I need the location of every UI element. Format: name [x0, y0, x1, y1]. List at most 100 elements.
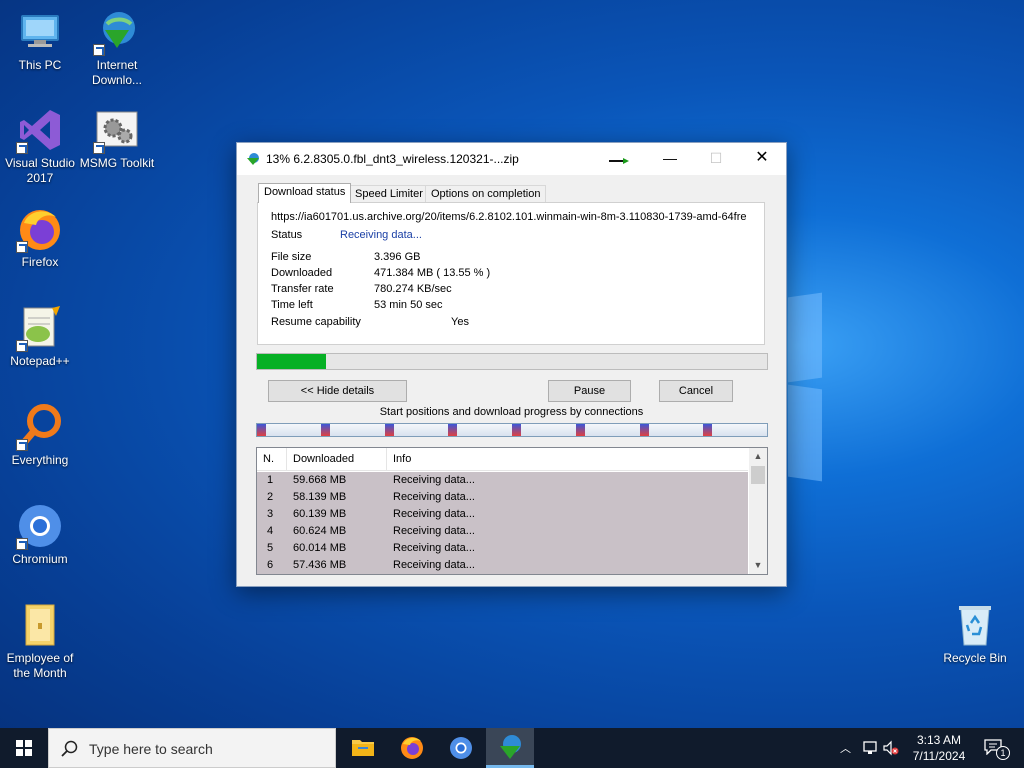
list-header: N. Downloaded Info: [257, 448, 748, 471]
scroll-thumb[interactable]: [751, 466, 765, 484]
notepad-plus-plus-icon: [16, 304, 64, 352]
desktop-icon-visual-studio[interactable]: Visual Studio 2017: [0, 106, 80, 186]
system-clock[interactable]: 3:13 AM 7/11/2024: [902, 732, 976, 764]
resume-capability-value: Yes: [451, 316, 469, 328]
taskbar-firefox[interactable]: [388, 728, 436, 768]
recycle-bin-icon: [951, 601, 999, 649]
volume-muted-icon[interactable]: [882, 740, 900, 756]
connection-row[interactable]: 1 59.668 MB Receiving data...: [257, 472, 748, 489]
taskbar-chromium[interactable]: [437, 728, 485, 768]
visual-studio-icon: [16, 106, 64, 154]
connection-downloaded: 57.436 MB: [293, 559, 347, 571]
connection-row[interactable]: 3 60.139 MB Receiving data...: [257, 506, 748, 523]
desktop-icon-label: Notepad++: [10, 354, 70, 368]
window-title: 13% 6.2.8305.0.fbl_dnt3_wireless.120321-…: [266, 152, 519, 166]
desktop-icon-internet-download-manager[interactable]: Internet Downlo...: [77, 8, 157, 88]
connection-row[interactable]: 6 57.436 MB Receiving data...: [257, 557, 748, 574]
connection-number: 2: [267, 491, 274, 503]
connections-progress-bar: [256, 423, 768, 437]
search-icon: [61, 740, 78, 757]
idm-icon: [500, 735, 521, 759]
desktop-icon-label: Firefox: [21, 255, 59, 269]
desktop-icon-label: Employee of the Month: [6, 651, 74, 680]
arrow-icon: [609, 158, 629, 164]
desktop-icon-notepad-plus-plus[interactable]: Notepad++: [0, 304, 80, 369]
clock-date: 7/11/2024: [912, 749, 966, 763]
connection-number: 6: [267, 559, 274, 571]
desktop-icon-chromium[interactable]: Chromium: [0, 502, 80, 567]
desktop-icon-msmg-toolkit[interactable]: MSMG Toolkit: [77, 106, 157, 171]
desktop-icon-recycle-bin[interactable]: Recycle Bin: [935, 601, 1015, 666]
tab-download-status[interactable]: Download status: [258, 183, 352, 203]
connection-segment: [703, 424, 712, 436]
shortcut-arrow-icon: [16, 241, 28, 253]
gears-icon: [93, 106, 141, 154]
connection-info: Receiving data...: [393, 491, 475, 503]
connection-number: 4: [267, 525, 274, 537]
file-size-value: 3.396 GB: [374, 251, 421, 263]
scroll-down-icon[interactable]: ▼: [749, 557, 767, 574]
chromium-icon: [450, 737, 472, 759]
desktop-icon-label: Recycle Bin: [943, 651, 1007, 665]
taskbar-internet-download-manager[interactable]: [486, 728, 534, 768]
tab-speed-limiter[interactable]: Speed Limiter: [349, 185, 429, 202]
windows-icon: [16, 740, 32, 756]
connection-row[interactable]: 2 58.139 MB Receiving data...: [257, 489, 748, 506]
connection-segment: [640, 424, 649, 436]
tab-options-on-completion[interactable]: Options on completion: [425, 185, 547, 202]
notification-count-badge: 1: [996, 746, 1010, 760]
hide-details-button[interactable]: << Hide details: [268, 380, 407, 402]
connection-row[interactable]: 5 60.014 MB Receiving data...: [257, 540, 748, 557]
connection-number: 1: [267, 474, 274, 486]
column-header-downloaded[interactable]: Downloaded: [287, 448, 387, 471]
cancel-button[interactable]: Cancel: [659, 380, 733, 402]
download-status-panel: https://ia601701.us.archive.org/20/items…: [257, 202, 765, 345]
firefox-icon: [401, 737, 423, 759]
desktop-icon-employee-of-the-month[interactable]: Employee of the Month: [0, 601, 80, 681]
connection-info: Receiving data...: [393, 508, 475, 520]
status-value: Receiving data...: [340, 229, 422, 241]
pause-button[interactable]: Pause: [548, 380, 631, 402]
connection-segment: [257, 424, 266, 436]
column-header-n[interactable]: N.: [257, 448, 287, 471]
maximize-button[interactable]: ☐: [693, 143, 739, 175]
download-progress-bar: [256, 353, 768, 370]
chevron-up-icon[interactable]: ︿: [840, 740, 851, 756]
progress-fill: [257, 354, 327, 369]
resume-capability-label: Resume capability: [271, 316, 361, 328]
column-header-info[interactable]: Info: [387, 448, 737, 471]
connection-downloaded: 60.139 MB: [293, 508, 347, 520]
desktop-icon-label: Everything: [11, 453, 69, 467]
start-button[interactable]: [0, 728, 48, 768]
desktop-icon-this-pc[interactable]: This PC: [0, 8, 80, 73]
desktop-icon-label: This PC: [18, 58, 62, 72]
connection-number: 3: [267, 508, 274, 520]
connection-downloaded: 59.668 MB: [293, 474, 347, 486]
taskbar-file-explorer[interactable]: [339, 728, 387, 768]
taskbar: Type here to search ︿ 3:13 AM 7/11/2024 …: [0, 728, 1024, 768]
connections-list[interactable]: N. Downloaded Info 1 59.668 MB Receiving d…: [256, 447, 768, 575]
search-placeholder: Type here to search: [89, 741, 213, 757]
network-icon[interactable]: [862, 740, 878, 756]
minimize-button[interactable]: —: [647, 143, 693, 175]
shortcut-arrow-icon: [93, 44, 105, 56]
title-bar[interactable]: 13% 6.2.8305.0.fbl_dnt3_wireless.120321-…: [237, 143, 786, 175]
time-left-label: Time left: [271, 299, 313, 311]
computer-icon: [16, 8, 64, 56]
idm-app-icon: [245, 152, 261, 166]
search-box[interactable]: Type here to search: [48, 728, 336, 768]
close-button[interactable]: ✕: [739, 143, 785, 175]
connection-downloaded: 60.014 MB: [293, 542, 347, 554]
vertical-scrollbar[interactable]: ▲ ▼: [749, 448, 767, 574]
download-progress-window[interactable]: 13% 6.2.8305.0.fbl_dnt3_wireless.120321-…: [236, 142, 787, 587]
connection-row[interactable]: 4 60.624 MB Receiving data...: [257, 523, 748, 540]
desktop-icon-label: Visual Studio 2017: [5, 156, 75, 185]
desktop-icon-everything[interactable]: Everything: [0, 403, 80, 468]
connection-info: Receiving data...: [393, 474, 475, 486]
file-size-label: File size: [271, 251, 312, 263]
connection-segment: [576, 424, 585, 436]
connection-segment: [385, 424, 394, 436]
desktop-icon-firefox[interactable]: Firefox: [0, 205, 80, 270]
scroll-up-icon[interactable]: ▲: [749, 448, 767, 465]
action-center-button[interactable]: 1: [980, 728, 1016, 768]
